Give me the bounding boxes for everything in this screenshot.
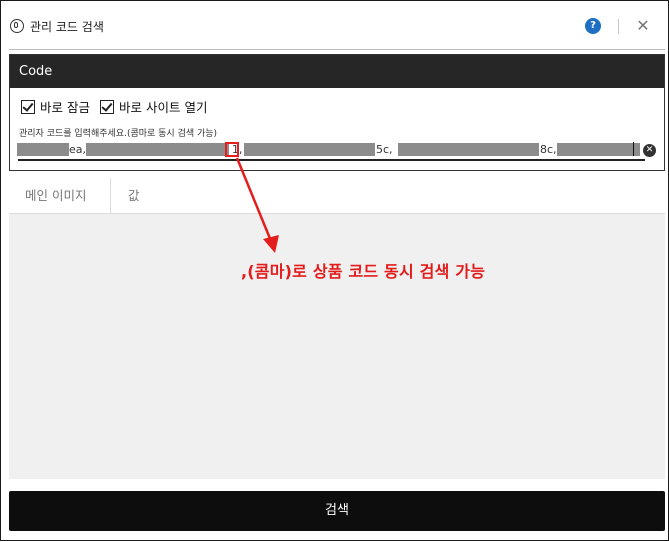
title-divider <box>9 49 665 50</box>
checkmark-icon[interactable] <box>100 99 114 114</box>
code-panel: Code 바로 잠금 바로 사이트 열기 관리자 코드를 입력해주세요.(콤마로… <box>9 54 665 171</box>
redacted-text <box>17 143 69 156</box>
titlebar-divider <box>618 19 619 34</box>
annotation-text: ,(콤마)로 상품 코드 동시 검색 가능 <box>241 262 486 281</box>
input-fragment: 5c, <box>376 143 393 156</box>
code-input[interactable]: ea, 1, 5c, 8c, <box>16 141 642 158</box>
redacted-text <box>398 143 539 156</box>
checkmark-icon[interactable] <box>21 99 35 114</box>
text-caret <box>633 142 634 156</box>
redacted-text <box>86 143 229 156</box>
comma-highlight <box>225 142 239 157</box>
input-underline <box>18 159 645 161</box>
input-fragment: 8c, <box>540 143 557 156</box>
open-site-checkbox[interactable]: 바로 사이트 열기 <box>100 97 207 116</box>
close-icon[interactable]: ✕ <box>634 17 652 35</box>
window-title: 관리 코드 검색 <box>30 20 104 34</box>
help-icon[interactable]: ? <box>585 18 601 34</box>
lock-checkbox-label: 바로 잠금 <box>40 100 90 115</box>
clear-input-icon[interactable]: ✕ <box>643 144 656 157</box>
column-main-image[interactable]: 메인 이미지 <box>25 178 86 214</box>
column-value[interactable]: 값 <box>128 178 140 214</box>
table-header: 메인 이미지 값 <box>9 178 665 214</box>
input-fragment: ea, <box>69 143 87 156</box>
app-icon <box>10 19 24 33</box>
open-site-checkbox-label: 바로 사이트 열기 <box>119 100 208 115</box>
redacted-text <box>557 143 640 156</box>
input-hint: 관리자 코드를 입력해주세요.(콤마로 동시 검색 가능) <box>19 129 218 139</box>
lock-checkbox[interactable]: 바로 잠금 <box>21 97 90 116</box>
results-table: 메인 이미지 값 <box>9 178 665 479</box>
redacted-text <box>244 143 375 156</box>
title-bar: 관리 코드 검색 ? ✕ <box>1 1 668 51</box>
code-search-window: 관리 코드 검색 ? ✕ Code 바로 잠금 바로 사이트 열기 관리자 코드… <box>0 0 669 541</box>
search-button[interactable]: 검색 <box>9 491 665 531</box>
panel-header: Code <box>10 55 664 88</box>
column-divider <box>110 178 111 214</box>
